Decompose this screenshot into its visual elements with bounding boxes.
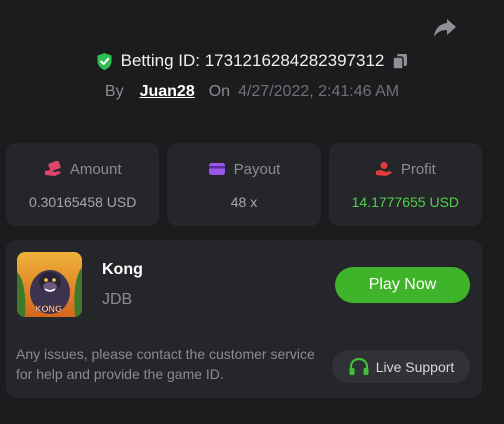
money-hand-icon xyxy=(44,161,61,176)
game-title: Kong xyxy=(102,261,143,278)
game-provider: JDB xyxy=(102,291,133,308)
profit-value: 14.1777655 USD xyxy=(351,194,460,210)
bet-datetime: 4/27/2022, 2:41:46 AM xyxy=(238,83,400,100)
share-icon[interactable] xyxy=(432,16,458,40)
headset-icon xyxy=(349,357,369,375)
verified-shield-icon xyxy=(97,52,112,70)
card-icon xyxy=(208,163,225,175)
betting-id: Betting ID: 1731216284282397312 xyxy=(120,51,385,70)
bet-header: Betting ID: 1731216284282397312 By Juan2… xyxy=(0,50,504,103)
bettor-row: By Juan28 On 4/27/2022, 2:41:46 AM xyxy=(0,81,504,103)
profit-card: Profit 14.1777655 USD xyxy=(328,143,482,226)
username-link[interactable]: Juan28 xyxy=(140,83,195,101)
amount-label: Amount xyxy=(69,160,122,178)
payout-value: 48 x xyxy=(230,194,258,210)
profit-label: Profit xyxy=(400,160,436,178)
payout-card: Payout 48 x xyxy=(167,143,321,226)
stats-row: Amount 0.30165458 USD Payout 48 x Profit… xyxy=(6,143,482,226)
game-card: KONG Kong JDB Play Now Any issues, pleas… xyxy=(6,240,482,398)
hand-coins-icon xyxy=(375,162,392,176)
thumbnail-logo-text: KONG xyxy=(35,304,62,314)
support-note: Any issues, please contact the customer … xyxy=(16,346,315,382)
on-label: On xyxy=(208,83,231,100)
copy-icon[interactable] xyxy=(392,53,408,70)
amount-value: 0.30165458 USD xyxy=(28,194,137,210)
betting-id-row: Betting ID: 1731216284282397312 xyxy=(0,50,504,72)
amount-card: Amount 0.30165458 USD xyxy=(6,143,160,226)
live-support-label: Live Support xyxy=(375,358,455,375)
play-now-button[interactable]: Play Now xyxy=(335,267,470,303)
live-support-button[interactable]: Live Support xyxy=(332,350,470,383)
game-thumbnail[interactable]: KONG xyxy=(17,252,82,317)
payout-label: Payout xyxy=(233,160,281,178)
by-label: By xyxy=(104,83,124,100)
